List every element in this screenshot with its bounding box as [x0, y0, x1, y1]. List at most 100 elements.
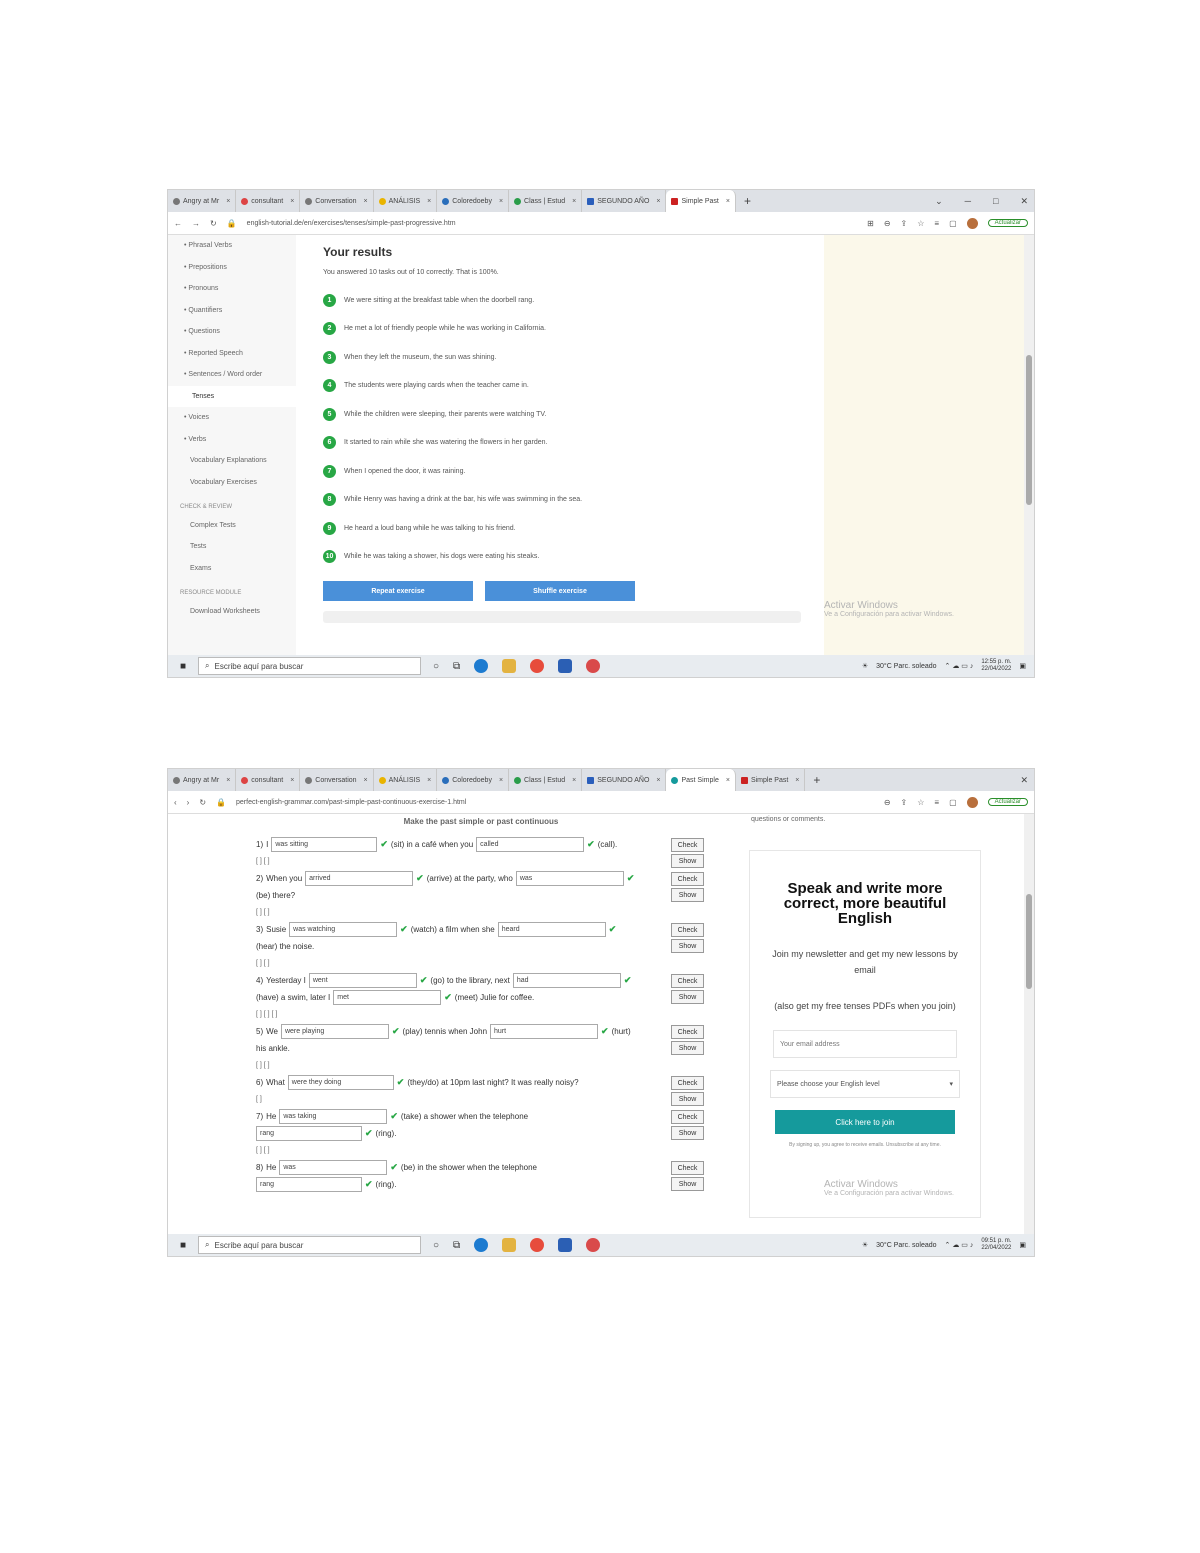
avatar[interactable] — [966, 217, 978, 229]
email-field[interactable]: Your email address — [773, 1030, 957, 1058]
maximize-icon[interactable]: □ — [993, 196, 998, 206]
chrome-icon[interactable] — [530, 1238, 545, 1252]
browser-tab-active[interactable]: Simple Past × — [666, 190, 736, 212]
answer-input[interactable]: was watching — [289, 922, 398, 937]
sidebar-item[interactable]: Vocabulary Exercises — [168, 472, 296, 494]
star-icon[interactable]: ☆ — [917, 219, 924, 228]
close-tab-icon[interactable]: × — [290, 777, 294, 784]
side-panel-icon[interactable]: ▢ — [949, 798, 957, 807]
page-scrollbar[interactable] — [1024, 235, 1034, 655]
taskbar-search-input[interactable]: ⌕ Escribe aquí para buscar — [198, 1236, 421, 1254]
answer-input[interactable]: were they doing — [287, 1075, 394, 1090]
show-button[interactable]: Show — [671, 1041, 704, 1055]
sidebar-item[interactable]: • Prepositions — [168, 257, 296, 279]
notification-icon[interactable]: ▣ — [1019, 662, 1026, 670]
answer-input[interactable]: were playing — [280, 1024, 389, 1039]
close-tab-icon[interactable]: × — [726, 198, 730, 205]
close-tab-icon[interactable]: × — [290, 198, 294, 205]
browser-tab[interactable]: Class | Estud × — [509, 769, 583, 791]
close-tab-icon[interactable]: × — [656, 777, 660, 784]
file-explorer-icon[interactable] — [502, 1238, 517, 1252]
show-button[interactable]: Show — [671, 1177, 704, 1191]
close-tab-icon[interactable]: × — [795, 777, 799, 784]
close-tab-icon[interactable]: × — [226, 198, 230, 205]
browser-tab[interactable]: SEGUNDO AÑO × — [582, 769, 667, 791]
taskbar-clock[interactable]: 12:55 p. m. 22/04/2022 — [981, 659, 1011, 673]
check-button[interactable]: Check — [671, 1110, 704, 1124]
zoom-icon[interactable]: ⊖ — [884, 219, 891, 228]
close-tab-icon[interactable]: × — [499, 777, 503, 784]
join-button[interactable]: Click here to join — [775, 1110, 955, 1134]
sidebar-item[interactable]: • Phrasal Verbs — [168, 235, 296, 257]
show-button[interactable]: Show — [671, 1092, 704, 1106]
avatar[interactable] — [966, 796, 978, 808]
check-button[interactable]: Check — [671, 872, 704, 886]
repeat-exercise-button[interactable]: Repeat exercise — [323, 581, 473, 601]
notification-icon[interactable]: ▣ — [1019, 1241, 1026, 1249]
translate-icon[interactable]: ⊞ — [867, 219, 874, 228]
edge-icon[interactable] — [474, 1238, 489, 1252]
sidebar-item[interactable]: Download Worksheets — [168, 601, 296, 623]
browser-tab-active[interactable]: Past Simple × — [666, 769, 736, 791]
browser-tab[interactable]: ANÁLISIS × — [374, 190, 438, 212]
show-button[interactable]: Show — [671, 990, 704, 1004]
app-icon[interactable] — [586, 659, 601, 673]
show-button[interactable]: Show — [671, 888, 704, 902]
answer-input[interactable]: had — [512, 973, 621, 988]
answer-input[interactable]: hurt — [490, 1024, 599, 1039]
browser-tab[interactable]: Conversation × — [300, 769, 374, 791]
close-tab-icon[interactable]: × — [364, 777, 368, 784]
close-window-icon[interactable]: ✕ — [1020, 775, 1028, 786]
tab-search-icon[interactable]: ⌄ — [935, 196, 943, 207]
url-field[interactable]: perfect-english-grammar.com/past-simple-… — [236, 799, 874, 806]
answer-input[interactable]: called — [476, 837, 585, 852]
answer-input[interactable]: was — [515, 871, 624, 886]
reload-icon[interactable]: ↻ — [210, 219, 217, 228]
close-tab-icon[interactable]: × — [364, 198, 368, 205]
close-tab-icon[interactable]: × — [656, 198, 660, 205]
forward-icon[interactable]: → — [192, 219, 200, 228]
update-button[interactable]: Actualizar — [987, 798, 1028, 806]
sidebar-item[interactable]: Tenses — [168, 385, 296, 407]
update-button[interactable]: Actualizar — [987, 219, 1028, 227]
minimize-icon[interactable]: ─ — [965, 196, 971, 206]
sidebar-item[interactable]: • Questions — [168, 321, 296, 343]
answer-input[interactable]: went — [308, 973, 417, 988]
taskbar-search-input[interactable]: ⌕ Escribe aquí para buscar — [198, 657, 421, 675]
url-field[interactable]: english-tutorial.de/en/exercises/tenses/… — [247, 220, 857, 227]
sidebar-item[interactable]: Exams — [168, 558, 296, 580]
taskbar-clock[interactable]: 09:51 p. m. 22/04/2022 — [981, 1238, 1011, 1252]
close-tab-icon[interactable]: × — [572, 777, 576, 784]
new-tab-icon[interactable]: + — [736, 194, 759, 208]
check-button[interactable]: Check — [671, 1025, 704, 1039]
side-panel-icon[interactable]: ▢ — [949, 219, 957, 228]
sidebar-item[interactable]: Vocabulary Explanations — [168, 450, 296, 472]
browser-tab[interactable]: SEGUNDO AÑO × — [582, 190, 667, 212]
answer-input[interactable]: was — [279, 1160, 388, 1175]
browser-tab[interactable]: consultant × — [236, 190, 301, 212]
close-tab-icon[interactable]: × — [226, 777, 230, 784]
close-tab-icon[interactable]: × — [499, 198, 503, 205]
close-tab-icon[interactable]: × — [427, 777, 431, 784]
cortana-icon[interactable]: ○ — [433, 661, 439, 672]
task-view-icon[interactable]: ⧉ — [453, 1240, 460, 1251]
windows-start-icon[interactable]: ■ — [168, 1240, 198, 1251]
browser-tab[interactable]: Conversation × — [300, 190, 374, 212]
browser-tab[interactable]: Coloredoeby × — [437, 190, 510, 212]
close-tab-icon[interactable]: × — [427, 198, 431, 205]
star-icon[interactable]: ☆ — [917, 798, 924, 807]
level-select[interactable]: Please choose your English level ▾ — [770, 1070, 960, 1098]
reading-list-icon[interactable]: ≡ — [934, 798, 939, 807]
windows-start-icon[interactable]: ■ — [168, 661, 198, 672]
close-tab-icon[interactable]: × — [572, 198, 576, 205]
check-button[interactable]: Check — [671, 1161, 704, 1175]
sidebar-item[interactable]: Tests — [168, 536, 296, 558]
show-button[interactable]: Show — [671, 939, 704, 953]
share-icon[interactable]: ⇪ — [901, 219, 908, 228]
share-icon[interactable]: ⇪ — [901, 798, 908, 807]
close-tab-icon[interactable]: × — [726, 777, 730, 784]
reading-list-icon[interactable]: ≡ — [934, 219, 939, 228]
new-tab-icon[interactable]: + — [805, 773, 828, 787]
zoom-icon[interactable]: ⊖ — [884, 798, 891, 807]
answer-input[interactable]: arrived — [305, 871, 414, 886]
